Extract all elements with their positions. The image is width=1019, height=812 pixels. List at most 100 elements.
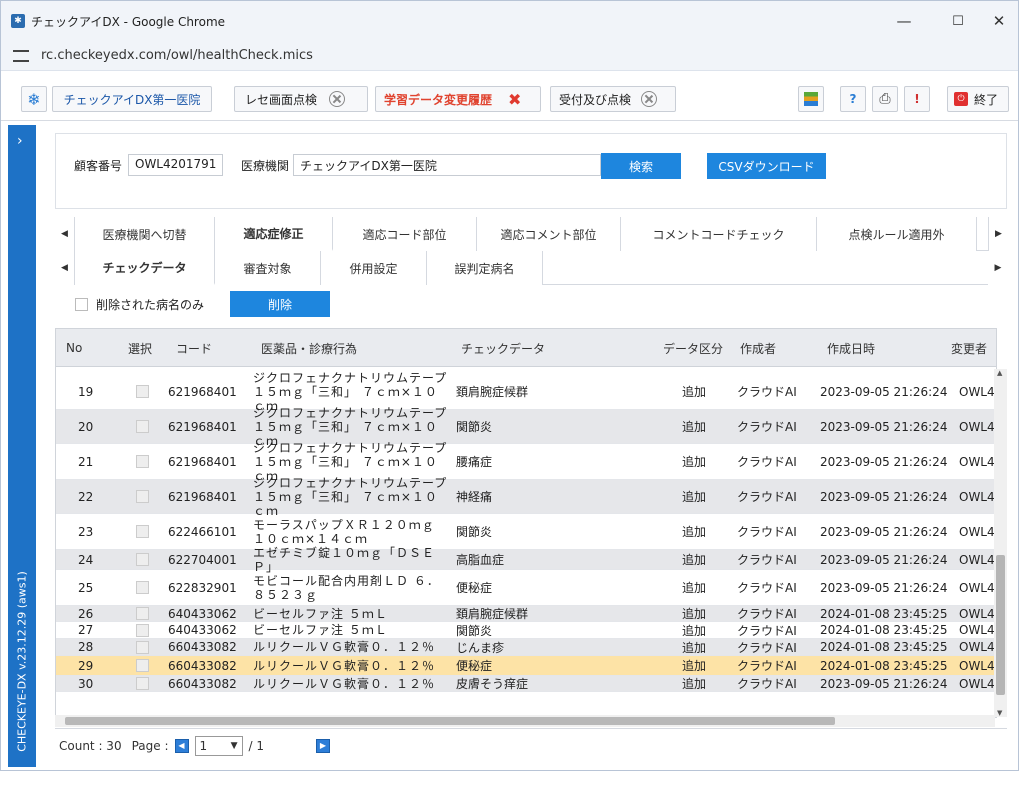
site-info-icon[interactable] [13, 49, 29, 62]
col-changer[interactable]: 変更者 [951, 329, 987, 367]
expand-chevron-icon[interactable]: › [17, 133, 23, 149]
cell-data-kind: 追加 [682, 385, 707, 399]
row-checkbox[interactable] [136, 676, 149, 691]
row-checkbox[interactable] [136, 550, 149, 569]
cell-no: 24 [78, 552, 94, 567]
subtabs-next-arrow[interactable]: ▶ [988, 251, 1008, 285]
col-created-at[interactable]: 作成日時 [827, 329, 875, 367]
cell-code: 622704001 [168, 552, 237, 567]
side-panel[interactable]: › CHECKEYE-DX v.23.12.29 (aws1) [8, 125, 36, 767]
csv-download-button[interactable]: CSVダウンロード [707, 153, 826, 179]
tabs-next-arrow[interactable]: ▶ [988, 217, 1008, 251]
table-row[interactable]: 25 622832901 モビコール配合内用剤ＬＤ ６．８５２３ｇ 便秘症 追加 クラウド… [56, 570, 996, 606]
select-checkbox[interactable] [136, 607, 149, 620]
exit-button[interactable]: ⏻ 終了 [947, 86, 1009, 112]
vertical-scroll-thumb[interactable] [996, 555, 1005, 695]
clinic-button[interactable]: チェックアイDX第一医院 [52, 86, 212, 112]
row-checkbox[interactable] [136, 374, 149, 409]
select-checkbox[interactable] [136, 581, 149, 594]
row-checkbox[interactable] [136, 570, 149, 605]
help-icon[interactable]: ? [840, 86, 866, 112]
scroll-down-icon[interactable]: ▼ [997, 709, 1002, 717]
table-row[interactable]: 26 640433062 ビーセルファ注 ５ｍＬ 頚肩腕症候群 追加 クラウドAI 2024… [56, 606, 996, 622]
row-checkbox[interactable] [136, 606, 149, 621]
url-text[interactable]: rc.checkeyedx.com/owl/healthCheck.mics [41, 48, 313, 63]
address-bar[interactable]: rc.checkeyedx.com/owl/healthCheck.mics [1, 41, 1018, 71]
tab-misjudged-disease[interactable]: 誤判定病名 [427, 251, 543, 285]
reception-check-button[interactable]: 受付及び点検 [550, 86, 676, 112]
tab-review-target[interactable]: 審査対象 [215, 251, 321, 285]
close-button[interactable]: ✕ [976, 1, 1019, 41]
chart-settings-icon[interactable] [798, 86, 824, 112]
tab-indication-code[interactable]: 適応コード部位 [333, 217, 477, 251]
row-checkbox[interactable] [136, 656, 149, 675]
table-row[interactable]: 22 621968401 ジクロフェナクナトリウムテープ１５ｍｇ「三和」 ７ｃｍ×１… [56, 476, 996, 518]
page-select[interactable]: 1 ▼ [194, 735, 243, 756]
table-row[interactable]: 21 621968401 ジクロフェナクナトリウムテープ１５ｍｇ「三和」 ７ｃｍ×１… [56, 441, 996, 483]
alert-icon[interactable]: ! [904, 86, 930, 112]
row-checkbox[interactable] [136, 622, 149, 638]
institution-field[interactable]: チェックアイDX第一医院 [293, 154, 601, 176]
customer-number-field[interactable]: OWL4201791 [128, 154, 223, 176]
row-checkbox[interactable] [136, 514, 149, 549]
select-checkbox[interactable] [136, 455, 149, 468]
col-code[interactable]: コード [176, 329, 212, 367]
col-author[interactable]: 作成者 [740, 329, 776, 367]
col-check-data[interactable]: チェックデータ [461, 329, 545, 367]
tabs-prev-arrow[interactable]: ◀ [55, 217, 75, 251]
prev-page-icon[interactable]: ◀ [174, 738, 189, 753]
maximize-button[interactable]: ☐ [935, 1, 981, 41]
col-drug[interactable]: 医薬品・診療行為 [261, 329, 357, 367]
cell-check-data: 頚肩腕症候群 [456, 607, 529, 621]
table-row[interactable]: 23 622466101 モーラスパップＸＲ１２０ｍｇ １０ｃｍ×１４ｃｍ 関節炎 追加… [56, 514, 996, 550]
search-button[interactable]: 検索 [601, 153, 681, 179]
minimize-button[interactable]: — [881, 1, 927, 41]
row-checkbox[interactable] [136, 480, 149, 513]
print-icon[interactable]: ⎙ [872, 86, 898, 112]
cell-created-at: 2023-09-05 21:26:24 [820, 454, 948, 469]
select-checkbox[interactable] [136, 420, 149, 433]
row-checkbox[interactable] [136, 639, 149, 655]
select-checkbox[interactable] [136, 385, 149, 398]
subtabs-prev-arrow[interactable]: ◀ [55, 251, 75, 285]
tab-combination-setting[interactable]: 併用設定 [321, 251, 427, 285]
select-checkbox[interactable] [136, 553, 149, 566]
scroll-up-icon[interactable]: ▲ [997, 369, 1002, 377]
select-checkbox[interactable] [136, 640, 149, 654]
horizontal-scrollbar[interactable] [55, 715, 995, 727]
col-no[interactable]: No [66, 329, 82, 367]
delete-button[interactable]: 削除 [230, 291, 331, 317]
select-checkbox[interactable] [136, 659, 149, 672]
cell-author: クラウドAI [737, 640, 797, 655]
snowflake-logo-icon[interactable]: ❄ [21, 86, 47, 112]
rese-check-button[interactable]: レセ画面点検 [234, 86, 368, 112]
horizontal-scroll-thumb[interactable] [65, 717, 835, 725]
tab-comment-code-check[interactable]: コメントコードチェック [621, 217, 817, 251]
learning-history-button[interactable]: 学習データ変更履歴 ✖ [375, 86, 541, 112]
select-checkbox[interactable] [136, 525, 149, 538]
col-data-kind[interactable]: データ区分 [663, 329, 723, 367]
select-checkbox[interactable] [136, 677, 149, 690]
tab-indication-comment[interactable]: 適応コメント部位 [477, 217, 621, 251]
tab-check-data[interactable]: チェックデータ [75, 251, 215, 285]
row-checkbox[interactable] [136, 410, 149, 443]
tab-rule-exclusion[interactable]: 点検ルール適用外 [817, 217, 977, 251]
table-row[interactable]: 20 621968401 ジクロフェナクナトリウムテープ１５ｍｇ「三和」 ７ｃｍ×１… [56, 406, 996, 448]
table-row[interactable]: 24 622704001 エゼチミブ錠１０ｍｇ「ＤＳＥＰ」 高脂血症 追加 クラウドAI 2… [56, 546, 996, 574]
tab-switch-institution[interactable]: 医療機関へ切替 [75, 217, 215, 251]
select-checkbox[interactable] [136, 490, 149, 503]
tab-indication-fix[interactable]: 適応症修正 [215, 217, 333, 251]
col-select[interactable]: 選択 [128, 329, 152, 367]
select-checkbox[interactable] [136, 623, 149, 637]
table-row[interactable]: 27 640433062 ビーセルファ注 ５ｍＬ 関節炎 追加 クラウドAI 2024-01… [56, 622, 996, 639]
table-row[interactable]: 19 621968401 ジクロフェナクナトリウムテープ１５ｍｇ「三和」 ７ｃｍ×１… [56, 371, 996, 413]
deleted-only-checkbox[interactable] [75, 297, 88, 311]
vertical-scrollbar[interactable]: ▲ ▼ [994, 369, 1007, 717]
row-checkbox[interactable] [136, 444, 149, 479]
table-row[interactable]: 29 660433082 ルリクールＶＧ軟膏０．１２％ 便秘症 追加 クラウドAI 2024… [56, 656, 996, 676]
cell-changer: OWL42 [959, 580, 996, 595]
next-page-icon[interactable]: ▶ [316, 738, 330, 753]
cell-data-kind: 追加 [682, 490, 707, 504]
table-row[interactable]: 30 660433082 ルリクールＶＧ軟膏０．１２％ 皮膚そう痒症 追加 クラウドAI 2… [56, 676, 996, 692]
table-row[interactable]: 28 660433082 ルリクールＶＧ軟膏０．１２％ じんま疹 追加 クラウドAI 202… [56, 639, 996, 656]
